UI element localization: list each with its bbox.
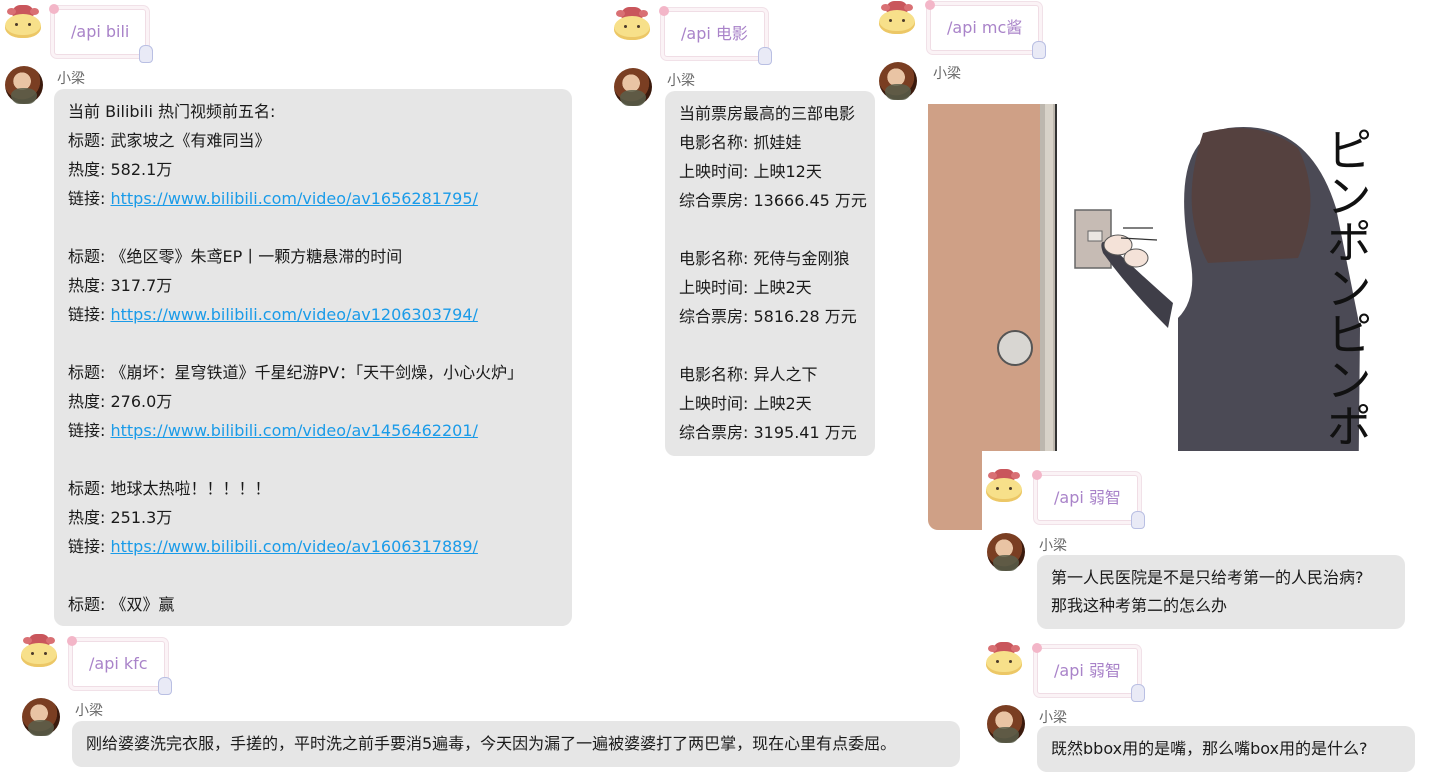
link-prefix: 链接: [68,421,111,440]
video-link[interactable]: https://www.bilibili.com/video/av1606317… [110,537,477,556]
sender-name: 小梁 [57,71,85,87]
message-line: 标题: 《绝区零》朱鸢EP丨一颗方糖悬滞的时间 [68,247,403,266]
command-bili: /api bili [49,4,154,63]
message-line: 上映时间: 上映2天 [679,394,812,413]
bunny-icon [1130,511,1145,529]
link-line: 链接: https://www.bilibili.com/video/av160… [68,532,558,561]
sender-name: 小梁 [1039,538,1067,554]
message-line: 电影名称: 死侍与金刚狼 [679,249,850,268]
message-line: 标题: 地球太热啦！！！！！ [68,479,271,498]
message-line: 综合票房: 5816.28 万元 [679,307,857,326]
message-line: 标题: 《崩坏：星穹铁道》千星纪游PV：「天干剑燥，小心火炉」 [68,363,524,382]
bot-avatar[interactable] [985,469,1023,503]
bunny-icon [1130,684,1145,702]
flower-icon [1032,470,1042,480]
message-line: 电影名称: 抓娃娃 [679,133,802,152]
flower-icon [1032,643,1042,653]
message-line: 当前 Bilibili 热门视频前五名: [68,102,276,121]
video-link[interactable]: https://www.bilibili.com/video/av1206303… [110,305,477,324]
message-line: 综合票房: 13666.45 万元 [679,191,867,210]
command-mc: /api mc酱 [925,0,1047,59]
sender-name: 小梁 [933,66,961,82]
message-line: 标题: 武家坡之《有难同当》 [68,131,271,150]
sender-name: 小梁 [1039,710,1067,726]
user-avatar[interactable] [614,68,652,106]
bot-avatar[interactable] [4,5,42,39]
message-line: 上映时间: 上映2天 [679,278,812,297]
bunny-icon [1032,41,1047,59]
message-bubble-bili: 当前 Bilibili 热门视频前五名: 标题: 武家坡之《有难同当》 热度: 58… [54,89,572,626]
message-line: 热度: 582.1万 [68,160,173,179]
sender-name: 小梁 [75,703,103,719]
message-line: 电影名称: 异人之下 [679,365,818,384]
bunny-icon [157,677,172,695]
user-avatar[interactable] [987,533,1025,571]
message-line: 当前票房最高的三部电影 [679,104,856,123]
video-link[interactable]: https://www.bilibili.com/video/av1656281… [110,189,477,208]
message-bubble-ruozhi: 既然bbox用的是嘴，那么嘴box用的是什么? [1037,726,1415,772]
bot-avatar[interactable] [878,1,916,35]
message-line: 综合票房: 3195.41 万元 [679,423,857,442]
command-ruozhi: /api 弱智 [1032,470,1145,529]
bunny-icon [139,45,154,63]
bot-avatar[interactable] [985,642,1023,676]
flower-icon [49,4,59,14]
message-line: 标题: 《双》赢 [68,595,175,614]
bot-avatar[interactable] [20,634,58,668]
message-bubble-kfc: 刚给婆婆洗完衣服，手搓的，平时洗之前手要消5遍毒，今天因为漏了一遍被婆婆打了两巴… [72,721,960,767]
flower-icon [925,0,935,10]
link-line: 链接: https://www.bilibili.com/video/av165… [68,184,558,213]
link-line: 链接: https://www.bilibili.com/video/av145… [68,416,558,445]
message-line: 热度: 251.3万 [68,508,173,527]
user-avatar[interactable] [879,62,917,100]
link-line: 链接: https://www.bilibili.com/video/av120… [68,300,558,329]
user-avatar[interactable] [22,698,60,736]
link-prefix: 链接: [68,189,111,208]
command-kfc: /api kfc [67,636,172,695]
link-prefix: 链接: [68,537,111,556]
message-line: 热度: 317.7万 [68,276,173,295]
flower-icon [67,636,77,646]
sender-name: 小梁 [667,73,695,89]
message-line: 热度: 276.0万 [68,392,173,411]
bunny-icon [757,47,772,65]
message-bubble-movie: 当前票房最高的三部电影 电影名称: 抓娃娃上映时间: 上映12天综合票房: 136… [665,91,875,456]
message-bubble-ruozhi: 第一人民医院是不是只给考第一的人民治病? 那我这种考第二的怎么办 [1037,555,1405,629]
bot-avatar[interactable] [613,7,651,41]
user-avatar[interactable] [987,705,1025,743]
flower-icon [659,6,669,16]
command-movie: /api 电影 [659,6,772,65]
video-link[interactable]: https://www.bilibili.com/video/av1456462… [110,421,477,440]
link-prefix: 链接: [68,305,111,324]
user-avatar[interactable] [5,66,43,104]
command-ruozhi: /api 弱智 [1032,643,1145,702]
message-line: 上映时间: 上映12天 [679,162,822,181]
